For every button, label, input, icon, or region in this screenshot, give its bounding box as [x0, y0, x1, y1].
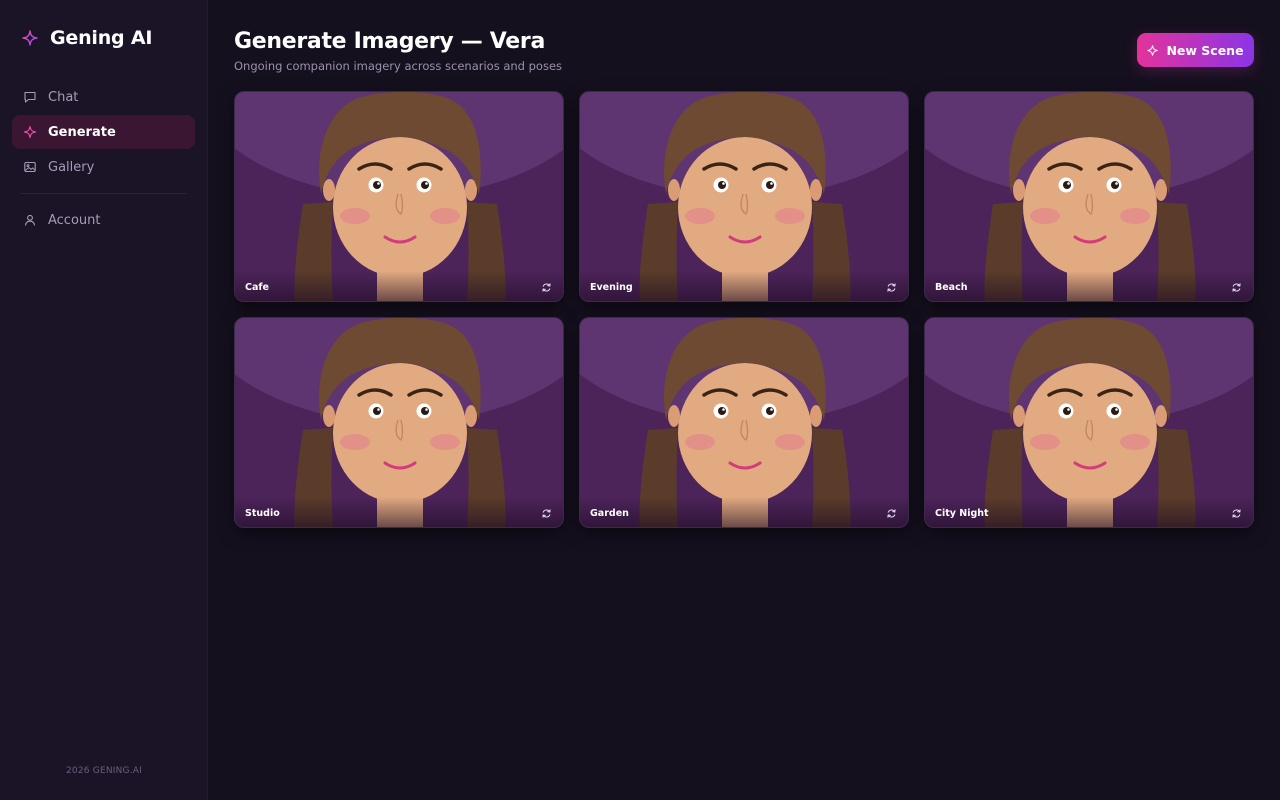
refresh-icon — [886, 508, 897, 519]
sidebar-item-account[interactable]: Account — [12, 203, 195, 237]
regenerate-button[interactable] — [1231, 282, 1242, 293]
card-caption-bar — [925, 271, 1253, 301]
scene-card-city-night[interactable]: City Night — [924, 317, 1254, 528]
scene-label: Cafe — [245, 282, 269, 293]
refresh-icon — [1231, 508, 1242, 519]
sidebar-item-generate[interactable]: Generate — [12, 115, 195, 149]
scene-grid: Cafe Evening Beach Studio Garden City Ni… — [234, 91, 1254, 528]
sidebar-item-chat[interactable]: Chat — [12, 80, 195, 114]
refresh-icon — [886, 282, 897, 293]
refresh-icon — [541, 508, 552, 519]
sparkle-icon — [23, 125, 37, 139]
sidebar-item-label: Generate — [48, 124, 116, 140]
new-scene-button[interactable]: New Scene — [1137, 33, 1254, 67]
new-scene-label: New Scene — [1166, 42, 1244, 58]
card-caption-bar — [235, 271, 563, 301]
brand[interactable]: Gening AI — [22, 26, 152, 50]
sidebar-footer: 2026 GENING.AI — [66, 766, 142, 776]
sidebar-nav: Chat Generate Gallery — [12, 80, 195, 185]
scene-label: Beach — [935, 282, 968, 293]
sidebar-item-gallery[interactable]: Gallery — [12, 150, 195, 184]
sidebar-item-label: Chat — [48, 89, 79, 105]
refresh-icon — [1231, 282, 1242, 293]
regenerate-button[interactable] — [541, 508, 552, 519]
sidebar: Gening AI Chat Generate Gallery Account … — [0, 0, 208, 800]
scene-card-beach[interactable]: Beach — [924, 91, 1254, 302]
sidebar-divider — [20, 193, 187, 194]
user-icon — [24, 214, 36, 226]
scene-label: Studio — [245, 508, 280, 519]
page-title: Generate Imagery — Vera — [234, 29, 546, 54]
regenerate-button[interactable] — [886, 508, 897, 519]
regenerate-button[interactable] — [1231, 508, 1242, 519]
card-caption-bar — [235, 497, 563, 527]
scene-label: Evening — [590, 282, 633, 293]
card-caption-bar — [580, 497, 908, 527]
page-subtitle: Ongoing companion imagery across scenari… — [234, 59, 563, 73]
brand-title: Gening AI — [50, 27, 153, 49]
scene-card-cafe[interactable]: Cafe — [234, 91, 564, 302]
sparkle-icon — [1147, 44, 1159, 56]
scene-card-studio[interactable]: Studio — [234, 317, 564, 528]
sidebar-item-label: Gallery — [48, 159, 95, 175]
scene-label: Garden — [590, 508, 629, 519]
sidebar-item-label: Account — [48, 212, 101, 228]
sparkle-icon — [22, 30, 38, 46]
regenerate-button[interactable] — [541, 282, 552, 293]
chat-icon — [24, 91, 36, 103]
scene-card-garden[interactable]: Garden — [579, 317, 909, 528]
scene-label: City Night — [935, 508, 989, 519]
image-icon — [24, 161, 36, 173]
scene-card-evening[interactable]: Evening — [579, 91, 909, 302]
regenerate-button[interactable] — [886, 282, 897, 293]
refresh-icon — [541, 282, 552, 293]
sidebar-account-section: Account — [12, 203, 195, 238]
